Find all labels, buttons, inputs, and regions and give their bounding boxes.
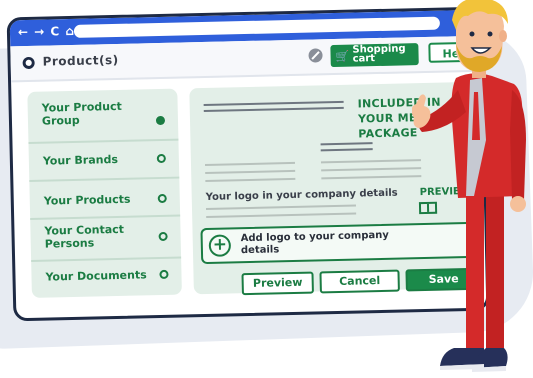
logo-description: Your logo in your company details bbox=[205, 187, 398, 203]
plus-icon: + bbox=[208, 234, 232, 257]
cancel-button[interactable]: Cancel bbox=[319, 269, 400, 294]
placeholder-line bbox=[321, 167, 422, 172]
sidebar: Your Product Group Your Brands Your Prod… bbox=[27, 88, 182, 298]
placeholder-line bbox=[205, 169, 296, 174]
sidebar-item-brands[interactable]: Your Brands bbox=[28, 140, 180, 182]
sidebar-item-contact-persons[interactable]: Your Contact Persons bbox=[30, 216, 182, 262]
placeholder-line bbox=[206, 212, 357, 218]
sidebar-item-documents[interactable]: Your Documents bbox=[31, 259, 182, 296]
placeholder-line bbox=[203, 106, 344, 112]
preview-button[interactable]: Preview bbox=[241, 271, 314, 296]
placeholder-line bbox=[320, 159, 421, 164]
sidebar-item-label: Your Contact Persons bbox=[44, 222, 125, 251]
cartoon-character bbox=[412, 0, 526, 372]
active-dot-icon bbox=[155, 115, 166, 126]
status-dot-icon bbox=[156, 153, 166, 164]
sidebar-item-products[interactable]: Your Products bbox=[29, 178, 181, 220]
disabled-icon[interactable] bbox=[308, 48, 323, 63]
placeholder-line bbox=[205, 177, 296, 182]
placeholder-line bbox=[320, 148, 373, 152]
sidebar-item-label: Your Products bbox=[43, 192, 131, 208]
address-bar[interactable] bbox=[73, 16, 441, 38]
sidebar-item-label: Your Documents bbox=[45, 268, 147, 284]
status-dot-icon bbox=[157, 193, 167, 204]
character-arm-right bbox=[510, 90, 526, 203]
page-title: Product(s) bbox=[42, 52, 119, 69]
status-dot-icon bbox=[158, 231, 168, 242]
shopping-cart-button[interactable]: 🛒 Shopping cart bbox=[330, 43, 419, 68]
placeholder-line bbox=[205, 204, 356, 210]
sidebar-item-label: Your Product Group bbox=[41, 99, 122, 128]
placeholder-line bbox=[321, 175, 422, 180]
browser-nav-icons[interactable]: ← → C ⌂ bbox=[18, 24, 75, 39]
placeholder-line bbox=[320, 142, 373, 146]
character-leg-right bbox=[486, 190, 504, 350]
status-dot-icon bbox=[159, 269, 169, 280]
placeholder-line bbox=[203, 100, 344, 106]
sidebar-item-label: Your Brands bbox=[42, 152, 119, 168]
character-leg-left bbox=[466, 190, 484, 350]
sidebar-item-product-group[interactable]: Your Product Group bbox=[27, 88, 179, 144]
add-logo-label: Add logo to your company details bbox=[240, 229, 389, 257]
cart-label: Shopping cart bbox=[352, 43, 406, 65]
cart-icon: 🛒 bbox=[335, 49, 350, 63]
placeholder-line bbox=[204, 161, 296, 166]
product-icon: ● bbox=[22, 56, 35, 70]
